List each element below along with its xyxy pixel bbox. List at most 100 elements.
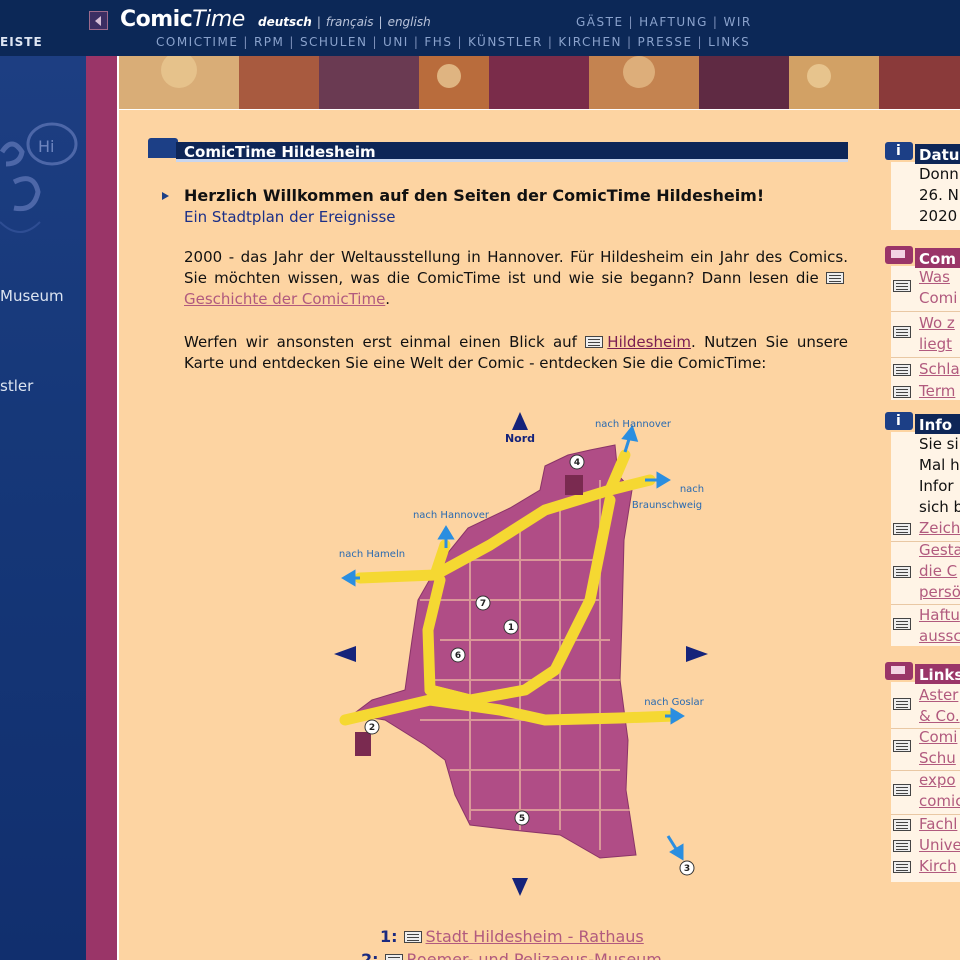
partner-link[interactable]: Aster bbox=[919, 685, 958, 706]
info-link[interactable]: aussc bbox=[919, 626, 960, 647]
date-line: Donn bbox=[919, 165, 959, 183]
partner-link[interactable]: Comi bbox=[919, 727, 957, 748]
partner-link[interactable]: expo bbox=[919, 770, 956, 791]
info-link[interactable]: Zeich bbox=[919, 518, 960, 539]
legend-item: 1: Stadt Hildesheim - Rathaus bbox=[380, 927, 644, 946]
document-icon bbox=[893, 840, 911, 852]
nav-comictime[interactable]: COMICTIME bbox=[156, 35, 238, 49]
label-braunschweig-2: Braunschweig bbox=[632, 500, 702, 511]
map-marker-2[interactable]: 2 bbox=[369, 723, 375, 733]
city-map[interactable]: 1 2 3 4 5 6 7 Nord nach Hannover nach Br… bbox=[184, 408, 724, 903]
welcome-heading: Herzlich Willkommen auf den Seiten der C… bbox=[184, 186, 765, 205]
map-intro-text-a: Werfen wir ansonsten erst einmal einen B… bbox=[184, 333, 577, 351]
map-marker-3[interactable]: 3 bbox=[684, 864, 690, 874]
lang-english[interactable]: english bbox=[388, 15, 431, 29]
map-marker-6[interactable]: 6 bbox=[455, 651, 461, 661]
document-icon bbox=[893, 698, 911, 710]
legend-link[interactable]: Stadt Hildesheim - Rathaus bbox=[426, 927, 644, 946]
svg-text:Hi: Hi bbox=[38, 137, 54, 156]
document-icon bbox=[893, 740, 911, 752]
lang-deutsch[interactable]: deutsch bbox=[258, 15, 312, 29]
bullet-arrow-icon bbox=[162, 192, 169, 200]
info-box-title: Info bbox=[919, 416, 953, 434]
nav-schulen[interactable]: SCHULEN bbox=[300, 35, 368, 49]
document-icon bbox=[893, 566, 911, 578]
comic-link[interactable]: Term bbox=[919, 381, 955, 402]
nav-gaeste[interactable]: GÄSTE bbox=[576, 15, 624, 29]
sidebar-stripe bbox=[86, 56, 119, 960]
date-line: 26. N bbox=[919, 186, 959, 204]
nav-fhs[interactable]: FHS bbox=[424, 35, 452, 49]
nav-kuenstler[interactable]: KÜNSTLER bbox=[468, 35, 543, 49]
map-marker-1[interactable]: 1 bbox=[508, 623, 514, 633]
info-link[interactable]: persö bbox=[919, 582, 960, 603]
legend-number: 2: bbox=[361, 950, 379, 960]
links-box-icon bbox=[885, 662, 913, 680]
nav-links[interactable]: LINKS bbox=[708, 35, 750, 49]
collapse-sidebar-icon[interactable] bbox=[89, 11, 108, 30]
partner-link[interactable]: Kirch bbox=[919, 856, 957, 877]
comic-link[interactable]: Wo z bbox=[919, 313, 955, 334]
label-hameln: nach Hameln bbox=[339, 549, 405, 560]
section-title-bar: ComicTime Hildesheim bbox=[148, 138, 848, 164]
lang-francais[interactable]: français bbox=[326, 15, 374, 29]
legend-number: 1: bbox=[380, 927, 398, 946]
hildesheim-link[interactable]: Hildesheim bbox=[607, 333, 691, 351]
comic-link[interactable]: Was bbox=[919, 267, 950, 288]
document-icon bbox=[384, 954, 403, 960]
partner-link[interactable]: & Co. bbox=[919, 706, 960, 727]
map-marker-5[interactable]: 5 bbox=[519, 814, 525, 824]
nav-kirchen[interactable]: KIRCHEN bbox=[558, 35, 622, 49]
label-goslar: nach Goslar bbox=[644, 697, 704, 708]
map-marker-7[interactable]: 7 bbox=[480, 599, 486, 609]
date-line: 2020 bbox=[919, 207, 958, 225]
sidebar-item-kuenstler[interactable]: stler bbox=[0, 377, 33, 395]
north-arrow-icon bbox=[512, 412, 528, 430]
partner-link[interactable]: Unive bbox=[919, 835, 960, 856]
sidebar: Hi Museum stler bbox=[0, 56, 86, 960]
city-area bbox=[350, 444, 637, 859]
document-icon bbox=[893, 819, 911, 831]
top-bar: EISTE ComicTime deutsch | français | english… bbox=[0, 0, 960, 56]
sidebar-toggle-label[interactable]: EISTE bbox=[0, 28, 86, 56]
logo-text-comic: Comic bbox=[120, 7, 193, 32]
info-box: Info Sie si Mal h Infor sich b Zeich Ges… bbox=[883, 406, 960, 646]
nav-wir[interactable]: WIR bbox=[723, 15, 751, 29]
info-link[interactable]: Haftu bbox=[919, 605, 960, 626]
comic-box: Com Was Comi Wo z liegt Schla Term bbox=[883, 240, 960, 400]
comic-speech-bubble-art: Hi bbox=[0, 122, 78, 233]
partner-link[interactable]: comic bbox=[919, 791, 960, 812]
nav-presse[interactable]: PRESSE bbox=[638, 35, 693, 49]
history-link[interactable]: Geschichte der ComicTime bbox=[184, 290, 385, 308]
meta-nav: GÄSTE | HAFTUNG | WIR bbox=[576, 15, 752, 29]
info-link[interactable]: die C bbox=[919, 561, 957, 582]
label-hannover-ne: nach Hannover bbox=[595, 419, 672, 430]
language-switcher: deutsch | français | english bbox=[258, 15, 431, 29]
intro-paragraph: 2000 - das Jahr der Weltausstellung in H… bbox=[184, 248, 848, 308]
document-icon bbox=[893, 364, 911, 376]
partner-link[interactable]: Schu bbox=[919, 748, 956, 769]
page-title: ComicTime Hildesheim bbox=[184, 143, 376, 161]
comic-link[interactable]: Schla bbox=[919, 359, 960, 380]
info-line: Mal h bbox=[919, 456, 960, 474]
sidebar-item-museum[interactable]: Museum bbox=[0, 287, 64, 305]
map-marker-4[interactable]: 4 bbox=[574, 458, 580, 468]
info-link[interactable]: Gesta bbox=[919, 540, 960, 561]
comictime-logo[interactable]: ComicTime bbox=[120, 7, 245, 32]
partner-link[interactable]: Fachl bbox=[919, 814, 957, 835]
nav-rpm[interactable]: RPM bbox=[254, 35, 284, 49]
legend-link[interactable]: Roemer- und Pelizaeus-Museum bbox=[407, 950, 662, 960]
label-braunschweig-1: nach bbox=[680, 484, 704, 495]
logo-text-time: Time bbox=[192, 7, 245, 32]
document-icon bbox=[893, 861, 911, 873]
nav-haftung[interactable]: HAFTUNG bbox=[639, 15, 708, 29]
links-box: Links Aster & Co. Comi Schu expo comic F… bbox=[883, 656, 960, 882]
nav-uni[interactable]: UNI bbox=[383, 35, 409, 49]
east-arrow-icon bbox=[686, 646, 708, 662]
label-hannover-nw: nach Hannover bbox=[413, 510, 490, 521]
main-nav: COMICTIME | RPM | SCHULEN | UNI | FHS | KÜNSTLER | K… bbox=[156, 35, 751, 49]
document-icon bbox=[403, 931, 422, 943]
comic-link[interactable]: liegt bbox=[919, 334, 952, 355]
comic-box-title: Com bbox=[919, 250, 956, 268]
comic-link[interactable]: Comi bbox=[919, 288, 957, 309]
